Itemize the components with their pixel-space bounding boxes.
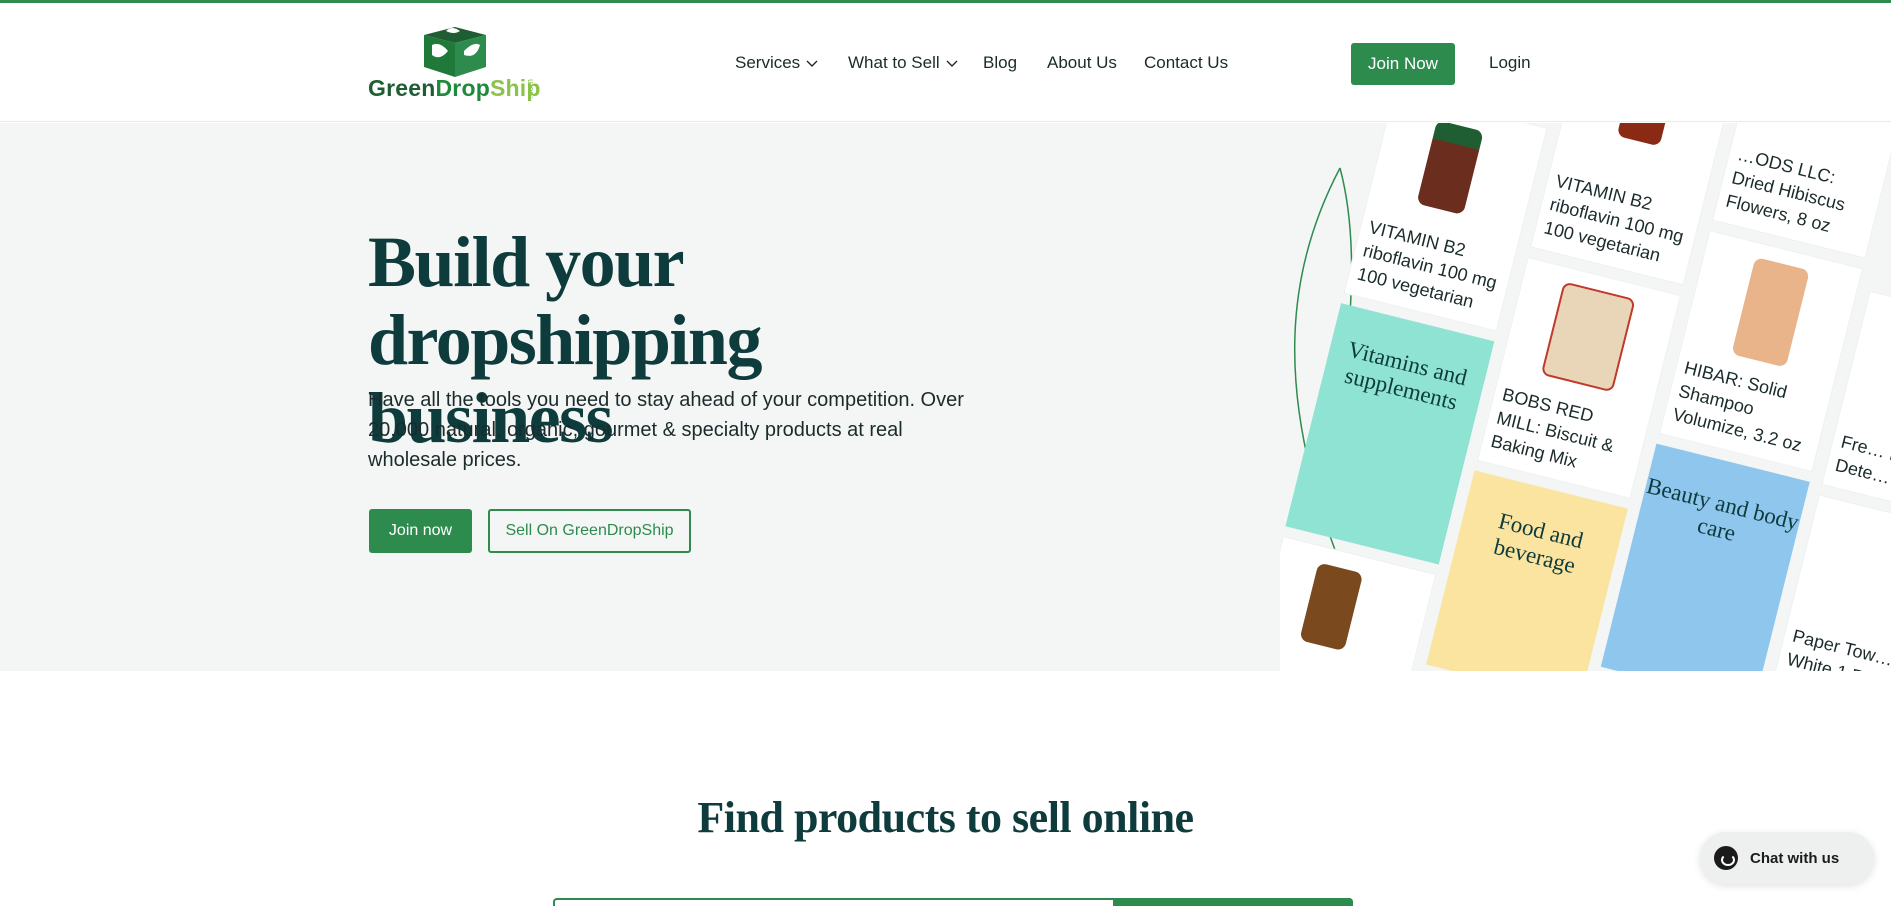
hero-section: Build your dropshipping business Have al… xyxy=(0,123,1891,671)
hero-join-button[interactable]: Join now xyxy=(369,509,472,553)
nav-about-us[interactable]: About Us xyxy=(1047,53,1117,73)
logo[interactable]: GreenDropShip .com xyxy=(368,21,541,107)
hero-subtitle: Have all the tools you need to stay ahea… xyxy=(368,389,964,471)
nav-what-to-sell-label: What to Sell xyxy=(848,53,940,72)
nav-contact-us[interactable]: Contact Us xyxy=(1144,53,1228,73)
find-products-title: Find products to sell online xyxy=(697,793,1194,842)
product-bag-image xyxy=(1540,281,1636,393)
chat-widget-button[interactable]: Chat with us xyxy=(1700,832,1874,884)
chat-icon xyxy=(1714,846,1738,870)
join-now-button[interactable]: Join Now xyxy=(1351,43,1455,85)
product-box-image xyxy=(1731,257,1810,368)
nav-blog[interactable]: Blog xyxy=(983,53,1017,73)
category-food-label: Food and beverage xyxy=(1491,508,1586,579)
product-name: Paper Tow… White 1 Ro… xyxy=(1784,625,1891,671)
product-bottle-image xyxy=(1299,562,1364,652)
login-link[interactable]: Login xyxy=(1489,53,1531,73)
category-vitamins-label: Vitamins and supplements xyxy=(1342,336,1470,415)
chevron-down-icon xyxy=(946,60,958,67)
product-collage: VITAMIN B2 riboflavin 100 mg 100 vegetar… xyxy=(1280,123,1891,671)
product-search-button[interactable] xyxy=(1113,898,1353,906)
product-bottle-image xyxy=(1616,123,1674,147)
logo-wordmark: GreenDropShip xyxy=(368,75,541,101)
nav-services-label: Services xyxy=(735,53,801,72)
nav-what-to-sell[interactable]: What to Sell xyxy=(848,53,958,73)
nav-services[interactable]: Services xyxy=(735,53,818,73)
product-bottle-image xyxy=(1416,123,1484,216)
nav-contact-us-label: Contact Us xyxy=(1144,53,1229,72)
chevron-down-icon xyxy=(806,60,818,67)
site-header: GreenDropShip .com Services What to Sell… xyxy=(0,3,1891,122)
logo-tld: .com xyxy=(525,79,535,99)
nav-blog-label: Blog xyxy=(983,53,1018,72)
chat-label: Chat with us xyxy=(1750,849,1840,867)
category-beauty-label: Beauty and body care xyxy=(1644,472,1802,546)
nav-about-us-label: About Us xyxy=(1047,53,1117,72)
hero-title-line1: Build your xyxy=(368,222,685,302)
logo-box-icon xyxy=(424,27,486,77)
sell-on-greendropship-button[interactable]: Sell On GreenDropShip xyxy=(488,509,691,553)
